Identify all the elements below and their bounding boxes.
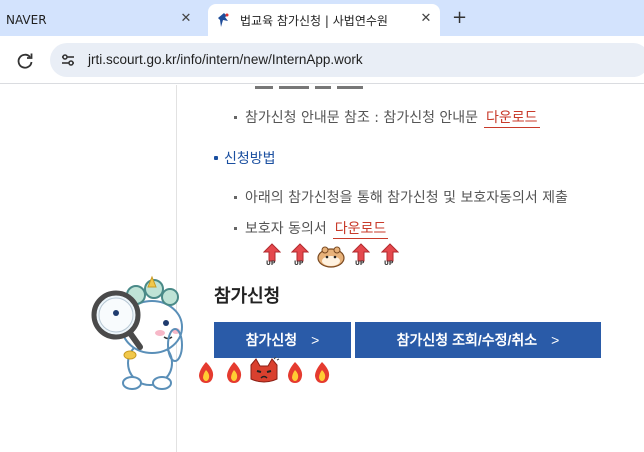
- up-arrow-icon: UP: [380, 243, 400, 271]
- section-title: 참가신청: [214, 286, 281, 307]
- reload-icon[interactable]: [14, 50, 36, 72]
- lookup-button[interactable]: 참가신청 조회/수정/취소 >: [355, 322, 601, 358]
- bullet: [234, 116, 237, 119]
- close-tab-icon[interactable]: ✕: [418, 11, 434, 27]
- tab-strip: NAVER ✕ 법교육 참가신청 | 사법연수원 ✕ +: [0, 0, 644, 36]
- new-tab-button[interactable]: +: [452, 9, 467, 27]
- site-favicon-icon: [216, 12, 232, 28]
- flame-icon: [285, 361, 305, 385]
- flame-icon: [312, 361, 332, 385]
- bullet: [234, 227, 237, 230]
- guide-ref-line: 참가신청 안내문 참조 : 참가신청 안내문 다운로드: [245, 107, 540, 128]
- clipped-text-line: [255, 85, 385, 89]
- flame-icon: [224, 361, 244, 385]
- url-text: jrti.scourt.go.kr/info/intern/new/Intern…: [88, 52, 363, 67]
- method-heading: 신청방법: [224, 151, 276, 167]
- apply-button[interactable]: 참가신청 >: [214, 322, 351, 358]
- bullet: [234, 196, 237, 199]
- browser-toolbar: jrti.scourt.go.kr/info/intern/new/Intern…: [0, 36, 644, 84]
- tab-title: 법교육 참가신청 | 사법연수원: [240, 13, 388, 28]
- guide-download-link[interactable]: 다운로드: [484, 110, 540, 128]
- up-label: UP: [384, 260, 394, 267]
- hamster-icon: [316, 243, 346, 269]
- tab-title: NAVER: [6, 13, 47, 27]
- up-arrow-icon: UP: [262, 243, 282, 271]
- consent-line: 보호자 동의서 다운로드: [245, 218, 389, 239]
- bullet: [214, 156, 218, 160]
- close-tab-icon[interactable]: ✕: [178, 11, 194, 27]
- divider: [176, 85, 177, 452]
- consent-download-link[interactable]: 다운로드: [332, 221, 389, 239]
- up-arrow-icon: UP: [290, 243, 310, 271]
- chevron-right-icon: >: [551, 332, 560, 348]
- mascot-image: [90, 275, 190, 393]
- site-info-icon[interactable]: [60, 52, 76, 68]
- up-label: UP: [355, 260, 365, 267]
- lookup-button-label: 참가신청 조회/수정/취소: [396, 332, 538, 348]
- guide-ref-label: 참가신청 안내문 참조 : 참가신청 안내문: [245, 110, 479, 126]
- address-bar[interactable]: jrti.scourt.go.kr/info/intern/new/Intern…: [50, 43, 644, 77]
- chevron-right-icon: >: [311, 332, 320, 348]
- apply-button-label: 참가신청: [245, 332, 298, 348]
- flame-icon: [196, 361, 216, 385]
- method-item: 아래의 참가신청을 통해 참가신청 및 보호자동의서 제출: [245, 190, 568, 206]
- up-label: UP: [266, 260, 276, 267]
- consent-label: 보호자 동의서: [245, 221, 327, 237]
- angry-cat-icon: [248, 356, 280, 385]
- up-label: UP: [294, 260, 304, 267]
- up-arrow-icon: UP: [351, 243, 371, 271]
- tab-naver[interactable]: NAVER ✕: [0, 4, 205, 36]
- tab-jrti[interactable]: 법교육 참가신청 | 사법연수원 ✕: [208, 4, 440, 36]
- page-content: 참가신청 안내문 참조 : 참가신청 안내문 다운로드 신청방법 아래의 참가신청…: [0, 85, 644, 452]
